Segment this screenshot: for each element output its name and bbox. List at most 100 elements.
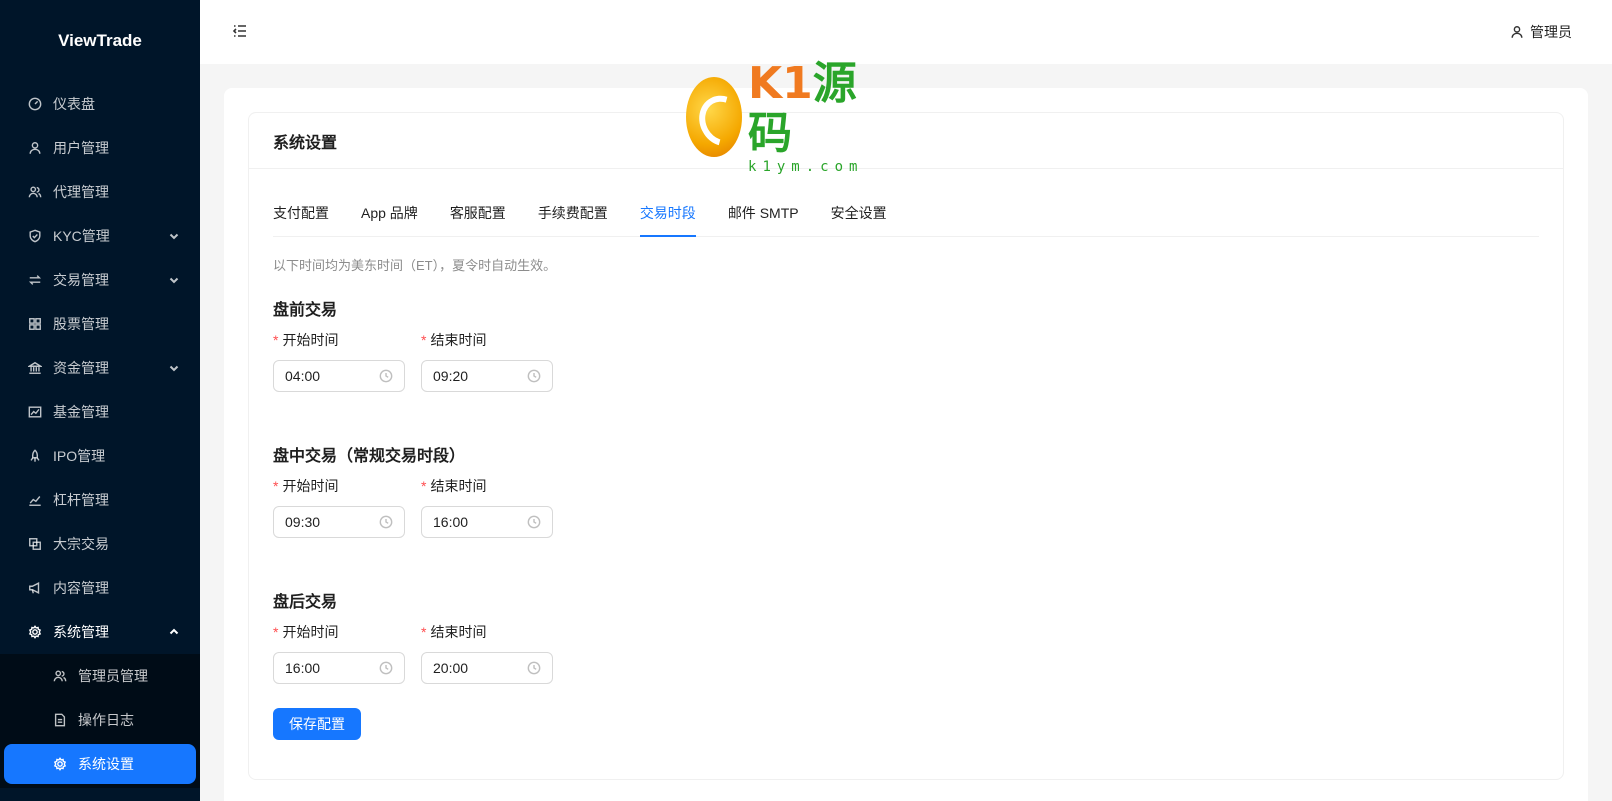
time-value: 09:30 bbox=[285, 514, 321, 530]
end-time-picker[interactable]: 16:00 bbox=[421, 506, 553, 538]
start-time-picker[interactable]: 04:00 bbox=[273, 360, 405, 392]
settings-card: 系统设置 支付配置 App 品牌 客服配置 手续费配置 交易时段 邮件 SMTP… bbox=[248, 112, 1564, 780]
tab-security[interactable]: 安全设置 bbox=[831, 189, 887, 236]
clock-icon bbox=[527, 515, 541, 529]
sidebar-item-label: KYC管理 bbox=[53, 228, 110, 244]
sidebar-item-stocks[interactable]: 股票管理 bbox=[0, 302, 200, 346]
brand-logo[interactable]: ViewTrade bbox=[0, 0, 200, 82]
tab-fees[interactable]: 手续费配置 bbox=[538, 189, 608, 236]
sidebar-item-funds[interactable]: 资金管理 bbox=[0, 346, 200, 390]
clock-icon bbox=[379, 515, 393, 529]
sidebar-item-kyc[interactable]: KYC管理 bbox=[0, 214, 200, 258]
tab-app-brand[interactable]: App 品牌 bbox=[361, 189, 418, 236]
dashboard-icon bbox=[27, 96, 43, 112]
tab-payment[interactable]: 支付配置 bbox=[273, 189, 329, 236]
sidebar-item-label: 股票管理 bbox=[53, 316, 109, 332]
sidebar-subitem-label: 系统设置 bbox=[78, 756, 134, 772]
watermark-main-a: K1 bbox=[748, 58, 813, 109]
clock-icon bbox=[527, 369, 541, 383]
sidebar-item-label: 大宗交易 bbox=[53, 536, 109, 552]
appstore-icon bbox=[27, 316, 43, 332]
user-name: 管理员 bbox=[1530, 24, 1572, 40]
time-value: 20:00 bbox=[433, 660, 469, 676]
shield-check-icon bbox=[27, 228, 43, 244]
line-chart-icon bbox=[27, 492, 43, 508]
sidebar-item-label: 仪表盘 bbox=[53, 96, 95, 112]
file-text-icon bbox=[52, 712, 68, 728]
sidebar-item-label: IPO管理 bbox=[53, 448, 106, 464]
field-label: * 开始时间 bbox=[273, 622, 405, 642]
bank-icon bbox=[27, 360, 43, 376]
section-title: 盘前交易 bbox=[273, 302, 338, 319]
required-mark: * bbox=[273, 332, 279, 348]
sidebar-item-dashboard[interactable]: 仪表盘 bbox=[0, 82, 200, 126]
time-value: 16:00 bbox=[433, 514, 469, 530]
watermark-sub: k1ym.com bbox=[748, 159, 864, 175]
field-label-text: 开始时间 bbox=[282, 624, 339, 640]
user-menu[interactable]: 管理员 bbox=[1510, 22, 1572, 42]
field-label-text: 结束时间 bbox=[430, 478, 487, 494]
watermark-text: K1源码 k1ym.com bbox=[748, 58, 886, 176]
clock-icon bbox=[379, 661, 393, 675]
watermark-emblem bbox=[686, 77, 743, 157]
settings-tabs: 支付配置 App 品牌 客服配置 手续费配置 交易时段 邮件 SMTP 安全设置 bbox=[273, 189, 1539, 237]
user-icon bbox=[27, 140, 43, 156]
start-time-field: * 开始时间 16:00 bbox=[273, 622, 405, 684]
sidebar-item-trading[interactable]: 交易管理 bbox=[0, 258, 200, 302]
sidebar-item-fund-products[interactable]: 基金管理 bbox=[0, 390, 200, 434]
sidebar-subitem-admins[interactable]: 管理员管理 bbox=[0, 654, 200, 698]
watermark-logo: K1源码 k1ym.com bbox=[686, 59, 886, 175]
sidebar-subitem-label: 管理员管理 bbox=[78, 668, 148, 684]
section-title: 盘后交易 bbox=[273, 594, 338, 611]
start-time-picker[interactable]: 09:30 bbox=[273, 506, 405, 538]
required-mark: * bbox=[273, 478, 279, 494]
menu-fold-icon[interactable] bbox=[232, 23, 248, 42]
chevron-down-icon bbox=[168, 362, 180, 374]
required-mark: * bbox=[421, 478, 427, 494]
tab-customer-service[interactable]: 客服配置 bbox=[450, 189, 506, 236]
field-label-text: 开始时间 bbox=[282, 332, 339, 348]
sidebar-item-ipo[interactable]: IPO管理 bbox=[0, 434, 200, 478]
sidebar-item-block-trade[interactable]: 大宗交易 bbox=[0, 522, 200, 566]
chevron-down-icon bbox=[168, 274, 180, 286]
time-fields: * 开始时间 09:30 * 结束时间 16:00 bbox=[273, 476, 1539, 538]
required-mark: * bbox=[421, 332, 427, 348]
sidebar-subitem-logs[interactable]: 操作日志 bbox=[0, 698, 200, 742]
sidebar-subitem-settings[interactable]: 系统设置 bbox=[4, 744, 196, 784]
time-fields: * 开始时间 16:00 * 结束时间 20:00 bbox=[273, 622, 1539, 684]
regular-session-section: 盘中交易（常规交易时段） * 开始时间 09:30 * 结束时间 16:00 bbox=[273, 442, 1539, 538]
sidebar-item-leverage[interactable]: 杠杆管理 bbox=[0, 478, 200, 522]
time-fields: * 开始时间 04:00 * 结束时间 09:20 bbox=[273, 330, 1539, 392]
content-area: 系统设置 支付配置 App 品牌 客服配置 手续费配置 交易时段 邮件 SMTP… bbox=[224, 88, 1588, 801]
field-label: * 结束时间 bbox=[421, 622, 553, 642]
start-time-picker[interactable]: 16:00 bbox=[273, 652, 405, 684]
sidebar-item-content[interactable]: 内容管理 bbox=[0, 566, 200, 610]
tab-trading-hours[interactable]: 交易时段 bbox=[639, 189, 696, 237]
field-label-text: 开始时间 bbox=[282, 478, 339, 494]
section-title: 盘中交易（常规交易时段） bbox=[273, 448, 466, 465]
afterhours-section: 盘后交易 * 开始时间 16:00 * 结束时间 20:00 bbox=[273, 588, 1539, 684]
sidebar-subitem-label: 操作日志 bbox=[78, 712, 134, 728]
sidebar-item-label: 杠杆管理 bbox=[53, 492, 109, 508]
sidebar: ViewTrade 仪表盘 用户管理 代理管理 KYC管理 交易管理 股票管理 bbox=[0, 0, 200, 801]
chevron-up-icon bbox=[168, 626, 180, 638]
field-label-text: 结束时间 bbox=[430, 624, 487, 640]
end-time-field: * 结束时间 09:20 bbox=[421, 330, 553, 392]
sidebar-item-label: 基金管理 bbox=[53, 404, 109, 420]
card-body: 支付配置 App 品牌 客服配置 手续费配置 交易时段 邮件 SMTP 安全设置… bbox=[249, 169, 1563, 740]
sidebar-item-label: 资金管理 bbox=[53, 360, 109, 376]
time-value: 04:00 bbox=[285, 368, 321, 384]
time-value: 09:20 bbox=[433, 368, 469, 384]
end-time-picker[interactable]: 09:20 bbox=[421, 360, 553, 392]
clock-icon bbox=[527, 661, 541, 675]
end-time-picker[interactable]: 20:00 bbox=[421, 652, 553, 684]
sidebar-item-system[interactable]: 系统管理 bbox=[0, 610, 200, 654]
sidebar-item-label: 用户管理 bbox=[53, 140, 109, 156]
field-label: * 结束时间 bbox=[421, 476, 553, 496]
save-config-button[interactable]: 保存配置 bbox=[273, 708, 361, 740]
sidebar-item-users[interactable]: 用户管理 bbox=[0, 126, 200, 170]
field-label: * 开始时间 bbox=[273, 476, 405, 496]
tab-smtp[interactable]: 邮件 SMTP bbox=[728, 189, 799, 236]
team-icon bbox=[52, 668, 68, 684]
sidebar-item-agents[interactable]: 代理管理 bbox=[0, 170, 200, 214]
